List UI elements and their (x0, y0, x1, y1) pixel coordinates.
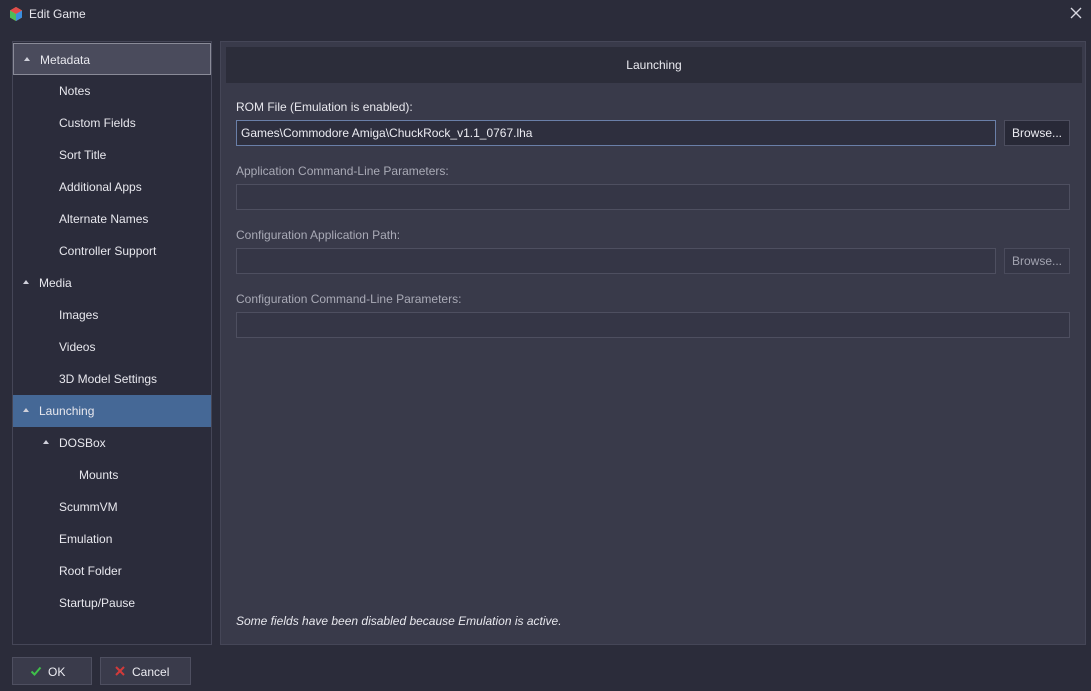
expand-arrow-icon[interactable] (24, 57, 30, 61)
sidebar-item-label: 3D Model Settings (59, 372, 158, 386)
sidebar-item-root-folder[interactable]: Root Folder (13, 555, 211, 587)
disabled-fields-note: Some fields have been disabled because E… (236, 614, 562, 628)
config-path-label: Configuration Application Path: (236, 228, 401, 242)
rom-file-input[interactable] (236, 120, 996, 146)
config-params-input[interactable] (236, 312, 1070, 338)
sidebar-item-metadata[interactable]: Metadata (13, 43, 211, 75)
sidebar-item-label: Additional Apps (59, 180, 142, 194)
close-icon[interactable] (1069, 6, 1083, 20)
sidebar-item-controller-support[interactable]: Controller Support (13, 235, 211, 267)
app-params-label: Application Command-Line Parameters: (236, 164, 449, 178)
cancel-x-icon (115, 666, 125, 676)
sidebar-item-label: Sort Title (59, 148, 107, 162)
title-bar: Edit Game (0, 0, 1091, 30)
sidebar-item-label: Videos (59, 340, 96, 354)
sidebar-tree: Metadata Notes Custom Fields Sort Title … (12, 41, 212, 645)
cancel-label: Cancel (132, 665, 170, 679)
checkmark-icon (30, 666, 42, 676)
expand-arrow-icon[interactable] (23, 408, 29, 412)
rom-file-label: ROM File (Emulation is enabled): (236, 100, 413, 114)
sidebar-item-label: Launching (39, 404, 95, 418)
rom-browse-button[interactable]: Browse... (1004, 120, 1070, 146)
sidebar-item-label: Alternate Names (59, 212, 149, 226)
sidebar-item-label: DOSBox (59, 436, 106, 450)
config-path-input[interactable] (236, 248, 996, 274)
sidebar-item-label: Emulation (59, 532, 113, 546)
main-panel: Launching ROM File (Emulation is enabled… (220, 41, 1086, 645)
sidebar-item-sort-title[interactable]: Sort Title (13, 139, 211, 171)
app-params-input[interactable] (236, 184, 1070, 210)
app-icon (10, 7, 22, 21)
cancel-button[interactable]: Cancel (100, 657, 191, 685)
sidebar-item-mounts[interactable]: Mounts (13, 459, 211, 491)
expand-arrow-icon[interactable] (43, 440, 49, 444)
sidebar-item-label: Mounts (79, 468, 119, 482)
sidebar-item-alternate-names[interactable]: Alternate Names (13, 203, 211, 235)
config-browse-button[interactable]: Browse... (1004, 248, 1070, 274)
sidebar-item-media[interactable]: Media (13, 267, 211, 299)
sidebar-item-label: Startup/Pause (59, 596, 136, 610)
sidebar-item-label: Media (39, 276, 72, 290)
sidebar-item-label: Images (59, 308, 99, 322)
window-title: Edit Game (29, 7, 86, 21)
sidebar-item-scummvm[interactable]: ScummVM (13, 491, 211, 523)
section-header: Launching (226, 47, 1082, 83)
ok-button[interactable]: OK (12, 657, 92, 685)
sidebar-item-label: ScummVM (59, 500, 118, 514)
sidebar-item-launching[interactable]: Launching (13, 395, 211, 427)
config-params-label: Configuration Command-Line Parameters: (236, 292, 462, 306)
sidebar-item-images[interactable]: Images (13, 299, 211, 331)
section-title: Launching (626, 58, 682, 72)
sidebar-item-label: Notes (59, 84, 91, 98)
sidebar-item-dosbox[interactable]: DOSBox (13, 427, 211, 459)
sidebar-item-emulation[interactable]: Emulation (13, 523, 211, 555)
sidebar-item-custom-fields[interactable]: Custom Fields (13, 107, 211, 139)
sidebar-item-label: Root Folder (59, 564, 122, 578)
ok-label: OK (48, 665, 66, 679)
sidebar-item-label: Custom Fields (59, 116, 136, 130)
expand-arrow-icon[interactable] (23, 280, 29, 284)
sidebar-item-notes[interactable]: Notes (13, 75, 211, 107)
sidebar-item-label: Metadata (40, 53, 91, 67)
sidebar-item-label: Controller Support (59, 244, 157, 258)
sidebar-item-3d-model-settings[interactable]: 3D Model Settings (13, 363, 211, 395)
sidebar-item-startup-pause[interactable]: Startup/Pause (13, 587, 211, 619)
sidebar-item-videos[interactable]: Videos (13, 331, 211, 363)
sidebar-item-additional-apps[interactable]: Additional Apps (13, 171, 211, 203)
